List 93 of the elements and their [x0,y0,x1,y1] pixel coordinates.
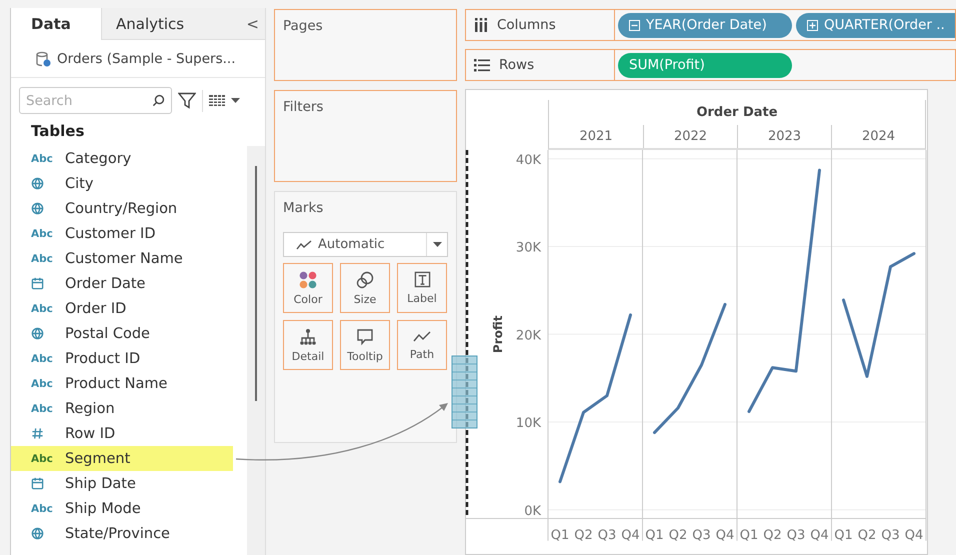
quarter-label: Q4 [904,528,924,543]
scrollbar-thumb[interactable] [255,166,257,401]
axis-tick-label: 40K [516,152,541,168]
field-item[interactable]: Ship Date [11,471,233,496]
size-circles-icon [356,270,374,288]
quarter-label: Q1 [834,528,853,543]
axis-tick-label: 0K [524,504,541,519]
mark-type-dropdown[interactable]: Automatic [283,232,448,257]
string-type-icon: Abc [31,502,53,514]
columns-icon [474,18,488,32]
line-mark-icon [296,240,312,250]
expand-icon[interactable] [807,20,818,30]
axis-tick-label: 10K [516,416,541,432]
path-line-icon [413,330,431,344]
mark-property-button[interactable]: Color [283,263,333,313]
column-header: Order Date [695,104,779,122]
field-item[interactable]: Row ID [11,421,233,446]
quarter-label: Q1 [550,528,570,543]
speech-bubble-icon [356,328,374,346]
field-item[interactable]: City [11,171,233,196]
quarter-label: Q2 [574,528,593,543]
axis-title: Profit [491,315,505,354]
globe-icon [31,327,44,340]
shelf-title: Columns [497,17,556,33]
view-options-icon[interactable] [209,94,225,106]
string-type-icon: Abc [31,228,53,240]
field-item[interactable]: Abc Customer ID [11,221,233,246]
globe-icon [31,177,44,190]
hierarchy-icon [299,328,317,346]
caret-icon[interactable] [231,98,240,104]
string-type-icon: Abc [31,402,53,414]
quarter-label: Q4 [621,528,640,543]
mark-property-button[interactable]: Path [397,320,447,370]
quarter-label: Q2 [668,528,688,543]
calendar-icon [31,477,44,490]
quarter-label: Q2 [858,528,876,543]
card-title: Marks [283,200,324,216]
quarter-label: Q1 [645,528,664,543]
mark-property-button[interactable]: Tooltip [340,320,390,370]
quarter-label: Q1 [740,528,758,543]
number-type-icon [31,427,44,440]
axis-tick-label: 30K [516,240,541,256]
quarter-label: Q3 [786,528,806,543]
quarter-label: Q3 [692,528,711,543]
axis-tick-label: 20K [516,328,541,344]
data-source-name[interactable]: Orders (Sample - Supers... [57,50,236,66]
filter-icon[interactable] [178,92,196,109]
field-item[interactable]: Country/Region [11,196,233,221]
quarter-label: Q3 [598,528,616,543]
globe-icon [31,527,44,540]
mark-property-button[interactable]: Size [340,263,390,313]
text-label-icon [414,271,430,288]
quarter-label: Q3 [881,528,900,543]
mark-property-button[interactable]: Detail [283,320,333,370]
shelf-title: Rows [499,57,534,73]
sidebar-tab[interactable]: Analytics [101,8,231,40]
string-type-icon: Abc [31,152,53,164]
field-item[interactable]: Abc Customer Name [11,246,233,271]
quarter-label: Q2 [763,528,782,543]
field-item[interactable]: Abc Region [11,396,233,421]
globe-icon [31,202,44,215]
rows-icon [474,58,490,72]
field-item[interactable]: State/Province [11,521,233,546]
string-type-icon: Abc [31,302,53,314]
caret-icon [432,242,442,248]
year-header: 2021 [578,128,614,146]
search-icon [152,94,165,107]
year-header: 2024 [831,125,925,148]
field-item[interactable]: Abc Product Name [11,371,233,396]
search-field[interactable]: Search [19,87,172,114]
collapse-icon[interactable] [629,20,640,30]
field-item[interactable]: Postal Code [11,321,233,346]
year-header: 2022 [643,125,737,148]
calendar-icon [31,277,44,290]
database-icon [35,50,51,66]
string-type-icon: Abc [31,452,53,464]
field-item[interactable]: Abc Ship Mode [11,496,233,521]
year-header: 2023 [737,125,831,148]
string-type-icon: Abc [31,352,53,364]
color-dots-icon [299,270,317,288]
mark-property-button[interactable]: Label [397,263,447,313]
field-item[interactable]: Abc Category [11,146,233,171]
section-heading: Tables [30,121,86,142]
card-title: Pages [283,18,324,34]
string-type-icon: Abc [31,378,53,390]
field-item[interactable]: Order Date [11,271,233,296]
field-item[interactable]: Abc Segment [11,446,233,471]
card-title: Filters [283,99,324,115]
string-type-icon: Abc [31,252,53,264]
quarter-label: Q4 [810,528,829,543]
field-item[interactable]: Abc Product ID [11,346,233,371]
field-item[interactable]: Abc Order ID [11,296,233,321]
quarter-label: Q4 [716,528,734,543]
